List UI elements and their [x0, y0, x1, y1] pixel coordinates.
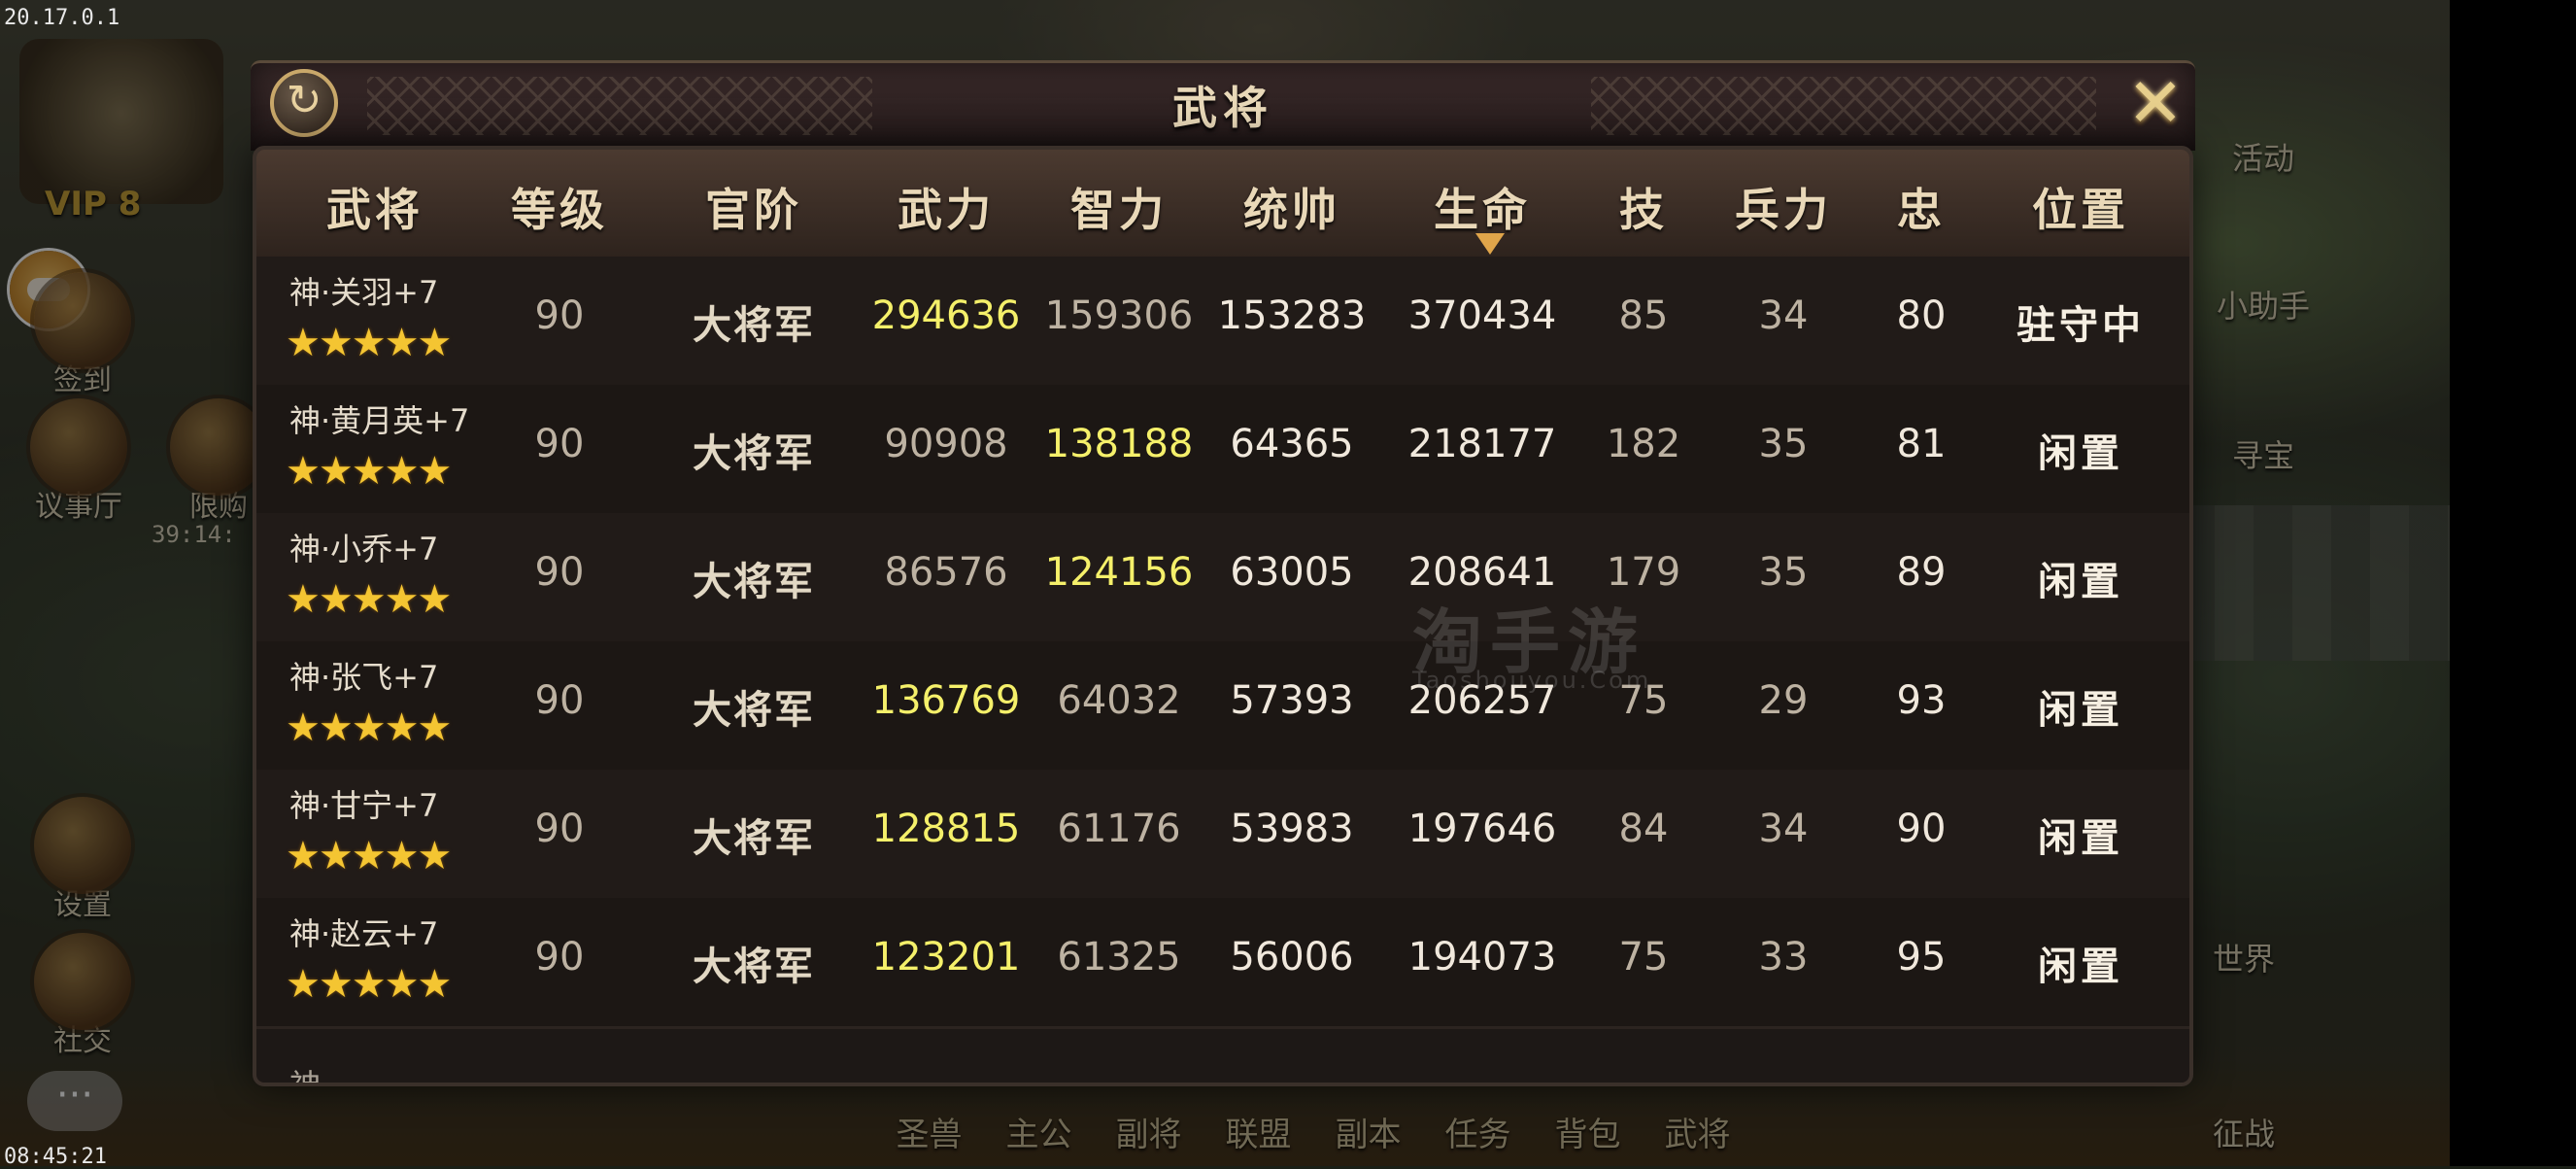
col-header-command[interactable]: 统帅: [1243, 175, 1340, 239]
general-name: 神·赵云+7: [289, 915, 439, 952]
general-name: 神·小乔+7: [289, 531, 439, 567]
cell-loyalty: 89: [1896, 550, 1947, 595]
cell-position[interactable]: 闲置: [2038, 422, 2123, 478]
cell-level: 90: [534, 550, 585, 595]
version-text: 20.17.0.1: [4, 6, 120, 30]
table-row[interactable]: 神·关羽+7 ★★★★★ 90 大将军 294636 159306 153283 370434…: [256, 257, 2189, 388]
cell-command: 53983: [1230, 807, 1354, 851]
cell-command: 57393: [1230, 678, 1354, 723]
cell-intellect: 138188: [1044, 422, 1194, 466]
cell-force: 294636: [871, 293, 1021, 338]
star-rating: ★★★★★: [286, 834, 452, 878]
cell-hp: 218177: [1407, 422, 1557, 466]
cell-troops: 35: [1758, 550, 1809, 595]
col-header-general[interactable]: 武将: [326, 175, 424, 239]
cell-position[interactable]: 闲置: [2038, 550, 2123, 606]
generals-table: 武将 等级 官阶 武力 智力 统帅 生命 技 兵力 忠 位置 神·关羽+7 ★★★…: [256, 150, 2189, 1083]
cell-troops: 33: [1758, 935, 1809, 980]
cell-rank: 大将军: [693, 945, 815, 989]
cell-rank: 大将军: [693, 431, 815, 476]
clock-text: 08:45:21: [4, 1145, 107, 1169]
cell-rank: 大将军: [693, 560, 815, 604]
cell-rank: 大将军: [693, 303, 815, 348]
watermark-url: Taoshouyou.Com: [1412, 667, 1652, 694]
general-name: 神·黄月英+7: [289, 402, 470, 439]
col-header-force[interactable]: 武力: [898, 175, 995, 239]
col-header-intellect[interactable]: 智力: [1070, 175, 1168, 239]
cell-troops: 35: [1758, 422, 1809, 466]
cell-force: 128815: [871, 807, 1021, 851]
general-name: 神·张飞+7: [289, 659, 439, 696]
cell-troops: 34: [1758, 807, 1809, 851]
table-row[interactable]: 神·黄月英+7 ★★★★★ 90 大将军 90908 138188 64365 218177 1…: [256, 385, 2189, 516]
cell-hp: 370434: [1407, 293, 1557, 338]
cell-position[interactable]: 闲置: [2038, 807, 2123, 863]
cell-intellect: 124156: [1044, 550, 1194, 595]
cell-position[interactable]: 闲置: [2038, 678, 2123, 735]
cell-hp: 197646: [1407, 807, 1557, 851]
cell-loyalty: 81: [1896, 422, 1947, 466]
cell-troops: 29: [1758, 678, 1809, 723]
cell-command: 153283: [1217, 293, 1367, 338]
screen-letterbox: [2450, 0, 2576, 1166]
cell-force: 123201: [871, 935, 1021, 980]
cell-intellect: 61325: [1057, 935, 1181, 980]
cell-rank: 大将军: [693, 816, 815, 861]
cell-position[interactable]: 驻守中: [2017, 293, 2145, 350]
col-header-skill[interactable]: 技: [1619, 175, 1668, 239]
cell-skill: 85: [1618, 293, 1669, 338]
general-name: 神·关羽+7: [289, 274, 439, 311]
cell-loyalty: 93: [1896, 678, 1947, 723]
cell-skill: 84: [1618, 807, 1669, 851]
cell-skill: 182: [1606, 422, 1681, 466]
col-header-position[interactable]: 位置: [2032, 175, 2129, 239]
cell-loyalty: 90: [1896, 807, 1947, 851]
col-header-loyalty[interactable]: 忠: [1897, 175, 1946, 239]
cell-command: 64365: [1230, 422, 1354, 466]
cell-intellect: 159306: [1044, 293, 1194, 338]
col-header-hp[interactable]: 生命: [1434, 175, 1531, 239]
dialog-title-bar: 武将 ↻ ✕: [251, 60, 2195, 151]
table-row[interactable]: 神·张飞+7 ★★★★★ 90 大将军 136769 64032 57393 206257 75…: [256, 641, 2189, 773]
star-rating: ★★★★★: [286, 449, 452, 494]
cell-intellect: 64032: [1057, 678, 1181, 723]
refresh-icon[interactable]: ↻: [270, 69, 338, 137]
cell-force: 90908: [884, 422, 1008, 466]
table-row[interactable]: 神·赵云+7 ★★★★★ 90 大将军 123201 61325 56006 194073 75…: [256, 898, 2189, 1029]
cell-force: 136769: [871, 678, 1021, 723]
general-name: 神·甘宁+7: [289, 787, 439, 824]
cell-skill: 75: [1618, 935, 1669, 980]
col-header-level[interactable]: 等级: [511, 175, 608, 239]
cell-level: 90: [534, 422, 585, 466]
cell-loyalty: 80: [1896, 293, 1947, 338]
cell-level: 90: [534, 678, 585, 723]
cell-force: 86576: [884, 550, 1008, 595]
dialog-title: 武将: [1172, 82, 1273, 134]
star-rating: ★★★★★: [286, 321, 452, 365]
star-rating: ★★★★★: [286, 577, 452, 622]
cell-level: 90: [534, 807, 585, 851]
star-rating: ★★★★★: [286, 705, 452, 750]
table-row[interactable]: 神·甘宁+7 ★★★★★ 90 大将军 128815 61176 53983 197646 84…: [256, 770, 2189, 901]
cell-rank: 大将军: [693, 688, 815, 733]
cell-position[interactable]: 闲置: [2038, 935, 2123, 991]
col-header-rank[interactable]: 官阶: [705, 175, 802, 239]
close-icon[interactable]: ✕: [2121, 69, 2189, 137]
cell-intellect: 61176: [1057, 807, 1181, 851]
cell-troops: 34: [1758, 293, 1809, 338]
cell-command: 56006: [1230, 935, 1354, 980]
cell-command: 63005: [1230, 550, 1354, 595]
table-header: 武将 等级 官阶 武力 智力 统帅 生命 技 兵力 忠 位置: [256, 150, 2189, 258]
star-rating: ★★★★★: [286, 962, 452, 1007]
cell-loyalty: 95: [1896, 935, 1947, 980]
cell-hp: 194073: [1407, 935, 1557, 980]
next-row-partial: 神·: [289, 1061, 330, 1083]
cell-level: 90: [534, 935, 585, 980]
col-header-troops[interactable]: 兵力: [1735, 175, 1832, 239]
cell-level: 90: [534, 293, 585, 338]
table-row[interactable]: 神·小乔+7 ★★★★★ 90 大将军 86576 124156 63005 208641 17…: [256, 513, 2189, 644]
generals-dialog: 武将 ↻ ✕ 武将 等级 官阶 武力 智力 统帅 生命 技 兵力 忠 位置 神·…: [251, 60, 2195, 1090]
sort-desc-icon: [1475, 233, 1505, 255]
